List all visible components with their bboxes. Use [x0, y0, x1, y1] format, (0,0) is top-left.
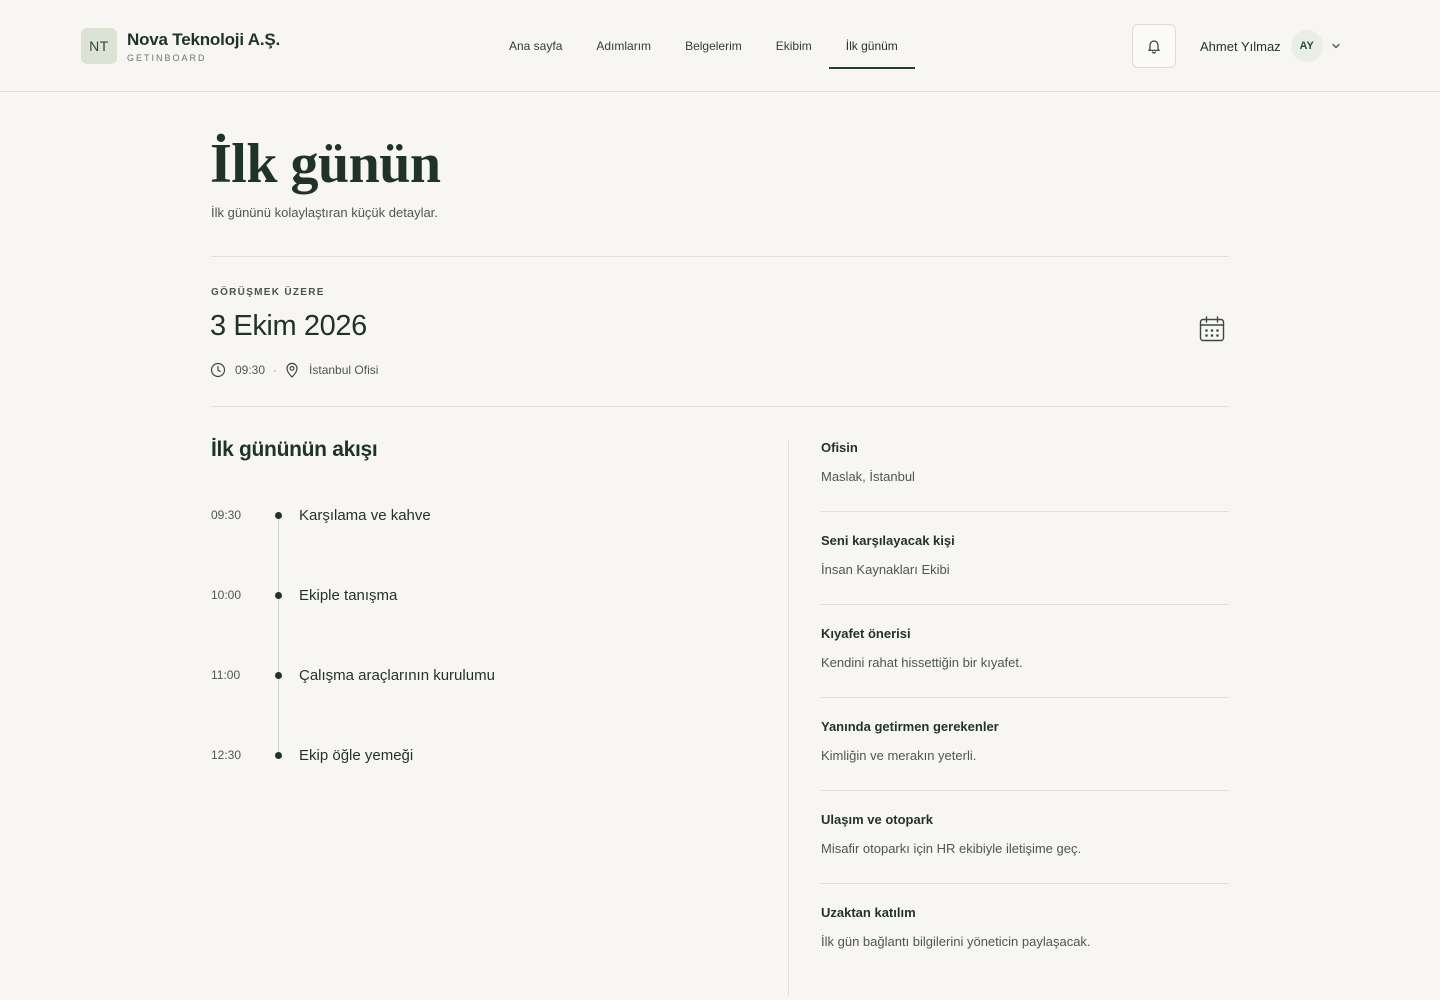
- timeline-item: 11:00 Çalışma araçlarının kurulumu: [211, 663, 495, 687]
- timeline-time: 10:00: [211, 588, 242, 602]
- info-text: Kimliğin ve merakın yeterli.: [821, 748, 977, 763]
- schedule-title: İlk gününün akışı: [211, 438, 378, 461]
- nav-item-steps[interactable]: Adımlarım: [579, 0, 668, 92]
- product-name: GETINBOARD: [127, 52, 207, 63]
- info-title: Ulaşım ve otopark: [821, 812, 933, 827]
- info-divider: [821, 604, 1229, 605]
- info-text: Maslak, İstanbul: [821, 469, 915, 484]
- company-name: Nova Teknoloji A.Ş.: [127, 29, 281, 49]
- event-eyebrow: GÖRÜŞMEK ÜZERE: [211, 287, 325, 298]
- info-item: Ulaşım ve otopark Misafir otoparkı için …: [821, 812, 1229, 856]
- timeline-time: 09:30: [211, 508, 242, 522]
- top-bar: NT Nova Teknoloji A.Ş. GETINBOARD Ana sa…: [0, 0, 1440, 92]
- info-title: Yanında getirmen gerekenler: [821, 719, 999, 734]
- info-title: Seni karşılayacak kişi: [821, 533, 955, 548]
- avatar: AY: [1290, 30, 1323, 62]
- timeline-item: 12:30 Ekip öğle yemeği: [211, 743, 413, 767]
- timeline-dot: [275, 751, 282, 759]
- info-title: Kıyafet önerisi: [821, 626, 911, 641]
- event-time: 09:30: [235, 363, 266, 377]
- timeline-dot: [275, 591, 282, 599]
- divider: [211, 256, 1229, 257]
- clock-icon: [210, 362, 226, 378]
- nav-item-first-day[interactable]: İlk günüm: [828, 0, 915, 92]
- timeline-dot: [275, 671, 282, 679]
- info-text: İlk gün bağlantı bilgilerini yöneticin p…: [821, 934, 1091, 949]
- page-subtitle: İlk gününü kolaylaştıran küçük detaylar.: [211, 205, 438, 220]
- brand-logo: NT: [81, 28, 117, 64]
- bell-icon: [1146, 38, 1162, 54]
- info-divider: [821, 511, 1229, 512]
- info-divider: [821, 697, 1229, 698]
- user-menu[interactable]: Ahmet Yılmaz AY: [1200, 28, 1341, 64]
- info-item: Ofisin Maslak, İstanbul: [821, 440, 1229, 484]
- user-name: Ahmet Yılmaz: [1200, 38, 1281, 54]
- location-pin-icon: [285, 362, 299, 378]
- info-divider: [821, 790, 1229, 791]
- timeline-label: Karşılama ve kahve: [299, 506, 431, 524]
- info-text: Kendini rahat hissettiğin bir kıyafet.: [821, 655, 1023, 670]
- event-meta: 09:30 · İstanbul Ofisi: [210, 362, 378, 378]
- timeline-item: 09:30 Karşılama ve kahve: [211, 503, 431, 527]
- brand[interactable]: NT Nova Teknoloji A.Ş. GETINBOARD: [81, 28, 280, 64]
- info-title: Ofisin: [821, 440, 858, 455]
- page-title: İlk günün: [210, 133, 441, 195]
- notifications-button[interactable]: [1132, 24, 1176, 68]
- timeline-dot: [275, 511, 282, 519]
- info-title: Uzaktan katılım: [821, 905, 916, 920]
- column-divider: [788, 440, 789, 996]
- meta-separator: ·: [273, 363, 278, 377]
- info-item: Yanında getirmen gerekenler Kimliğin ve …: [821, 719, 1229, 763]
- main-nav: Ana sayfa Adımlarım Belgelerim Ekibim İl…: [492, 0, 915, 92]
- info-item: Uzaktan katılım İlk gün bağlantı bilgile…: [821, 905, 1229, 949]
- event-date: 3 Ekim 2026: [210, 310, 367, 342]
- nav-item-team[interactable]: Ekibim: [759, 0, 829, 92]
- timeline-label: Ekiple tanışma: [299, 586, 398, 604]
- info-item: Kıyafet önerisi Kendini rahat hissettiği…: [821, 626, 1229, 670]
- chevron-down-icon: [1331, 41, 1341, 51]
- event-location: İstanbul Ofisi: [309, 363, 379, 377]
- timeline-item: 10:00 Ekiple tanışma: [211, 583, 397, 607]
- info-divider: [821, 883, 1229, 884]
- nav-item-documents[interactable]: Belgelerim: [668, 0, 759, 92]
- info-text: Misafir otoparkı için HR ekibiyle iletiş…: [821, 841, 1082, 856]
- timeline-label: Çalışma araçlarının kurulumu: [299, 666, 495, 684]
- timeline-time: 11:00: [211, 668, 241, 682]
- nav-item-home[interactable]: Ana sayfa: [492, 0, 579, 92]
- calendar-icon[interactable]: [1197, 314, 1227, 349]
- divider: [211, 406, 1229, 407]
- timeline-label: Ekip öğle yemeği: [299, 746, 414, 764]
- info-text: İnsan Kaynakları Ekibi: [821, 562, 950, 577]
- info-item: Seni karşılayacak kişi İnsan Kaynakları …: [821, 533, 1229, 577]
- timeline-line: [278, 514, 279, 754]
- timeline-time: 12:30: [211, 748, 242, 762]
